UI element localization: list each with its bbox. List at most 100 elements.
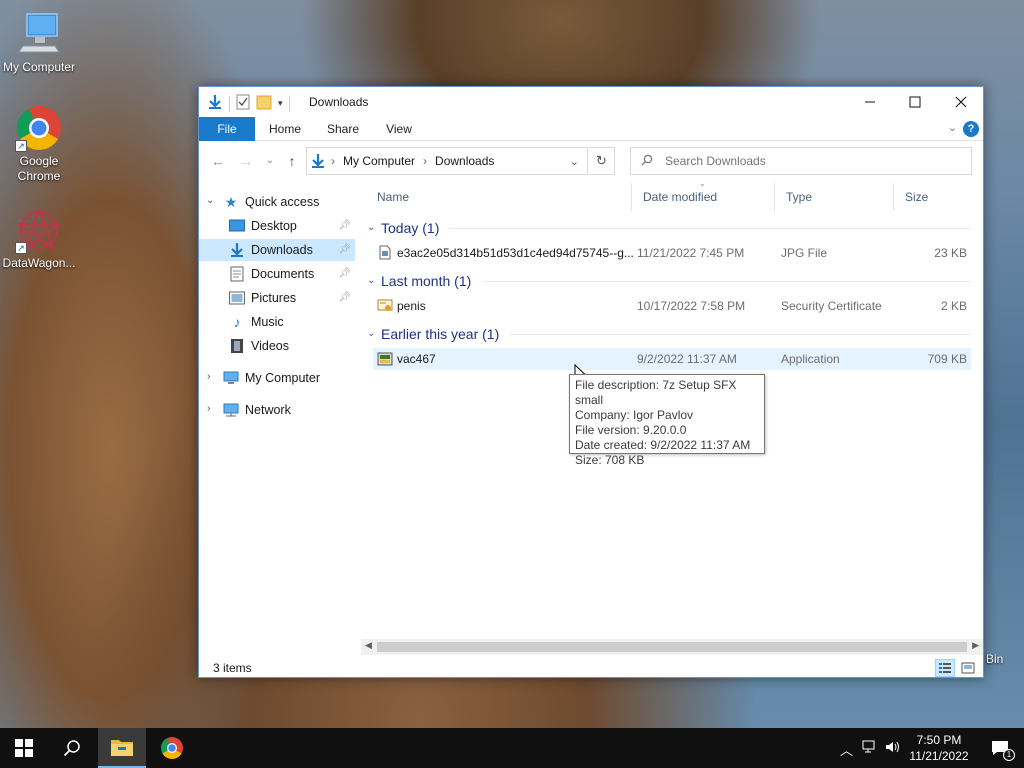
title-bar[interactable]: ▾ Downloads [199, 87, 983, 117]
tab-file[interactable]: File [199, 117, 255, 141]
file-row[interactable]: vac467 9/2/2022 11:37 AM Application 709… [373, 348, 971, 370]
taskbar-clock[interactable]: 7:50 PM 11/21/2022 [904, 732, 974, 764]
recent-locations-button[interactable]: ⌄ [261, 155, 279, 166]
status-bar: 3 items [199, 657, 983, 679]
back-button[interactable]: ← [209, 153, 227, 169]
column-header-type[interactable]: Type [776, 183, 894, 211]
nav-videos[interactable]: Videos [229, 335, 355, 357]
nav-network[interactable]: Network [223, 399, 353, 421]
desktop-icon-google-chrome[interactable]: ↗ Google Chrome [1, 104, 77, 184]
nav-downloads[interactable]: Downloads 📌︎ [199, 239, 355, 261]
tab-share[interactable]: Share [321, 117, 365, 141]
nav-desktop[interactable]: Desktop 📌︎ [229, 215, 355, 237]
file-date-modified: 11/21/2022 7:45 PM [637, 246, 745, 260]
shortcut-arrow-icon: ↗ [15, 140, 27, 152]
desktop-folder-icon [229, 218, 245, 234]
network-status-icon[interactable] [862, 740, 878, 757]
nav-label: Desktop [251, 219, 297, 233]
refresh-button[interactable]: ↻ [589, 147, 615, 175]
tooltip-line: Company: Igor Pavlov [575, 408, 694, 422]
action-center-button[interactable]: 1 [976, 728, 1024, 768]
large-icons-view-button[interactable] [958, 659, 978, 677]
downloads-folder-icon [229, 242, 245, 258]
help-icon[interactable]: ? [963, 121, 979, 137]
expand-ribbon-icon[interactable]: ⌄ [948, 121, 957, 134]
tab-view[interactable]: View [377, 117, 421, 141]
properties-icon[interactable] [236, 94, 250, 113]
chrome-icon: ↗ [15, 104, 63, 152]
tooltip-line: Date created: 9/2/2022 11:37 AM [575, 438, 751, 452]
group-divider [483, 281, 971, 282]
address-dropdown-icon[interactable]: ⌄ [570, 155, 579, 168]
network-icon [223, 402, 239, 418]
search-box[interactable] [630, 147, 972, 175]
close-button[interactable] [938, 87, 984, 117]
computer-icon [15, 10, 63, 58]
group-header-last-month[interactable]: ⌄ Last month (1) [367, 270, 971, 294]
search-button[interactable] [48, 728, 96, 768]
recycle-bin-label[interactable]: Bin [986, 652, 1003, 666]
nav-label: Quick access [245, 195, 320, 209]
desktop-icon-label: DataWagon... [2, 256, 76, 270]
pin-icon[interactable]: 📌︎ [338, 215, 351, 237]
desktop-icon-my-computer[interactable]: My Computer [1, 10, 77, 75]
window-title: Downloads [309, 95, 369, 109]
file-row[interactable]: penis 10/17/2022 7:58 PM Security Certif… [373, 295, 971, 317]
column-header-size[interactable]: Size [895, 183, 973, 211]
details-view-button[interactable] [935, 659, 955, 677]
collapse-chevron-icon: ⌄ [367, 222, 376, 233]
nav-label: Pictures [251, 291, 297, 305]
breadcrumb-my-computer[interactable]: My Computer [343, 154, 415, 168]
collapse-chevron-icon: ⌄ [367, 328, 376, 339]
shortcut-arrow-icon: ↗ [15, 242, 27, 254]
horizontal-scrollbar[interactable]: ◀ ▶ [361, 639, 983, 655]
file-row[interactable]: e3ac2e05d314b51d53d1c4ed94d75745--g... 1… [373, 242, 971, 264]
start-button[interactable] [0, 728, 48, 768]
sort-indicator-icon: ⌄ [699, 179, 706, 188]
minimize-button[interactable] [847, 87, 893, 117]
volume-icon[interactable] [885, 740, 901, 757]
desktop-icon-datawagon[interactable]: ↗ DataWagon... [1, 206, 77, 271]
group-header-today[interactable]: ⌄ Today (1) [367, 217, 971, 241]
up-button[interactable]: ↑ [283, 153, 301, 169]
expand-arrow-icon[interactable]: › [207, 371, 210, 382]
show-hidden-icons-icon[interactable]: ︿ [840, 740, 853, 759]
maximize-button[interactable] [892, 87, 938, 117]
expand-chevron-icon[interactable]: ⌄ [206, 195, 214, 206]
film-strip-icon [229, 338, 245, 354]
new-folder-icon[interactable] [256, 94, 272, 113]
nav-quick-access[interactable]: ★ Quick access [223, 191, 353, 213]
group-header-earlier-this-year[interactable]: ⌄ Earlier this year (1) [367, 323, 971, 347]
breadcrumb-downloads[interactable]: Downloads [435, 154, 494, 168]
scroll-right-icon[interactable]: ▶ [972, 640, 979, 651]
customize-toolbar-icon[interactable]: ▾ [278, 98, 283, 109]
star-icon: ★ [224, 194, 238, 210]
pin-icon[interactable]: 📌︎ [338, 263, 351, 285]
pin-icon[interactable]: 📌︎ [338, 287, 351, 309]
nav-music[interactable]: ♪ Music [229, 311, 355, 333]
scroll-left-icon[interactable]: ◀ [365, 640, 372, 651]
collapse-chevron-icon: ⌄ [367, 275, 376, 286]
clock-time: 7:50 PM [916, 733, 962, 747]
tooltip-line: Size: 708 KB [575, 453, 645, 467]
tab-home[interactable]: Home [263, 117, 307, 141]
pin-icon[interactable]: 📌︎ [338, 239, 351, 261]
address-bar[interactable]: › My Computer › Downloads ⌄ [306, 147, 588, 175]
breadcrumb-separator-icon: › [331, 154, 335, 168]
nav-pictures[interactable]: Pictures 📌︎ [229, 287, 355, 309]
navigation-bar: ← → ⌄ ↑ › My Computer › Downloads ⌄ ↻ [199, 147, 983, 177]
column-header-name[interactable]: Name [367, 183, 632, 211]
nav-my-computer[interactable]: My Computer [223, 367, 353, 389]
taskbar-google-chrome[interactable] [148, 728, 196, 768]
expand-arrow-icon[interactable]: › [207, 403, 210, 414]
file-name: vac467 [397, 352, 436, 366]
item-count: 3 items [213, 661, 252, 675]
nav-documents[interactable]: Documents 📌︎ [229, 263, 355, 285]
chrome-icon [161, 737, 183, 759]
scrollbar-thumb[interactable] [377, 642, 967, 652]
search-icon [641, 154, 653, 169]
search-input[interactable] [665, 154, 945, 168]
forward-button[interactable]: → [237, 153, 255, 169]
group-title: Earlier this year (1) [381, 326, 500, 342]
taskbar-file-explorer[interactable] [98, 728, 146, 768]
